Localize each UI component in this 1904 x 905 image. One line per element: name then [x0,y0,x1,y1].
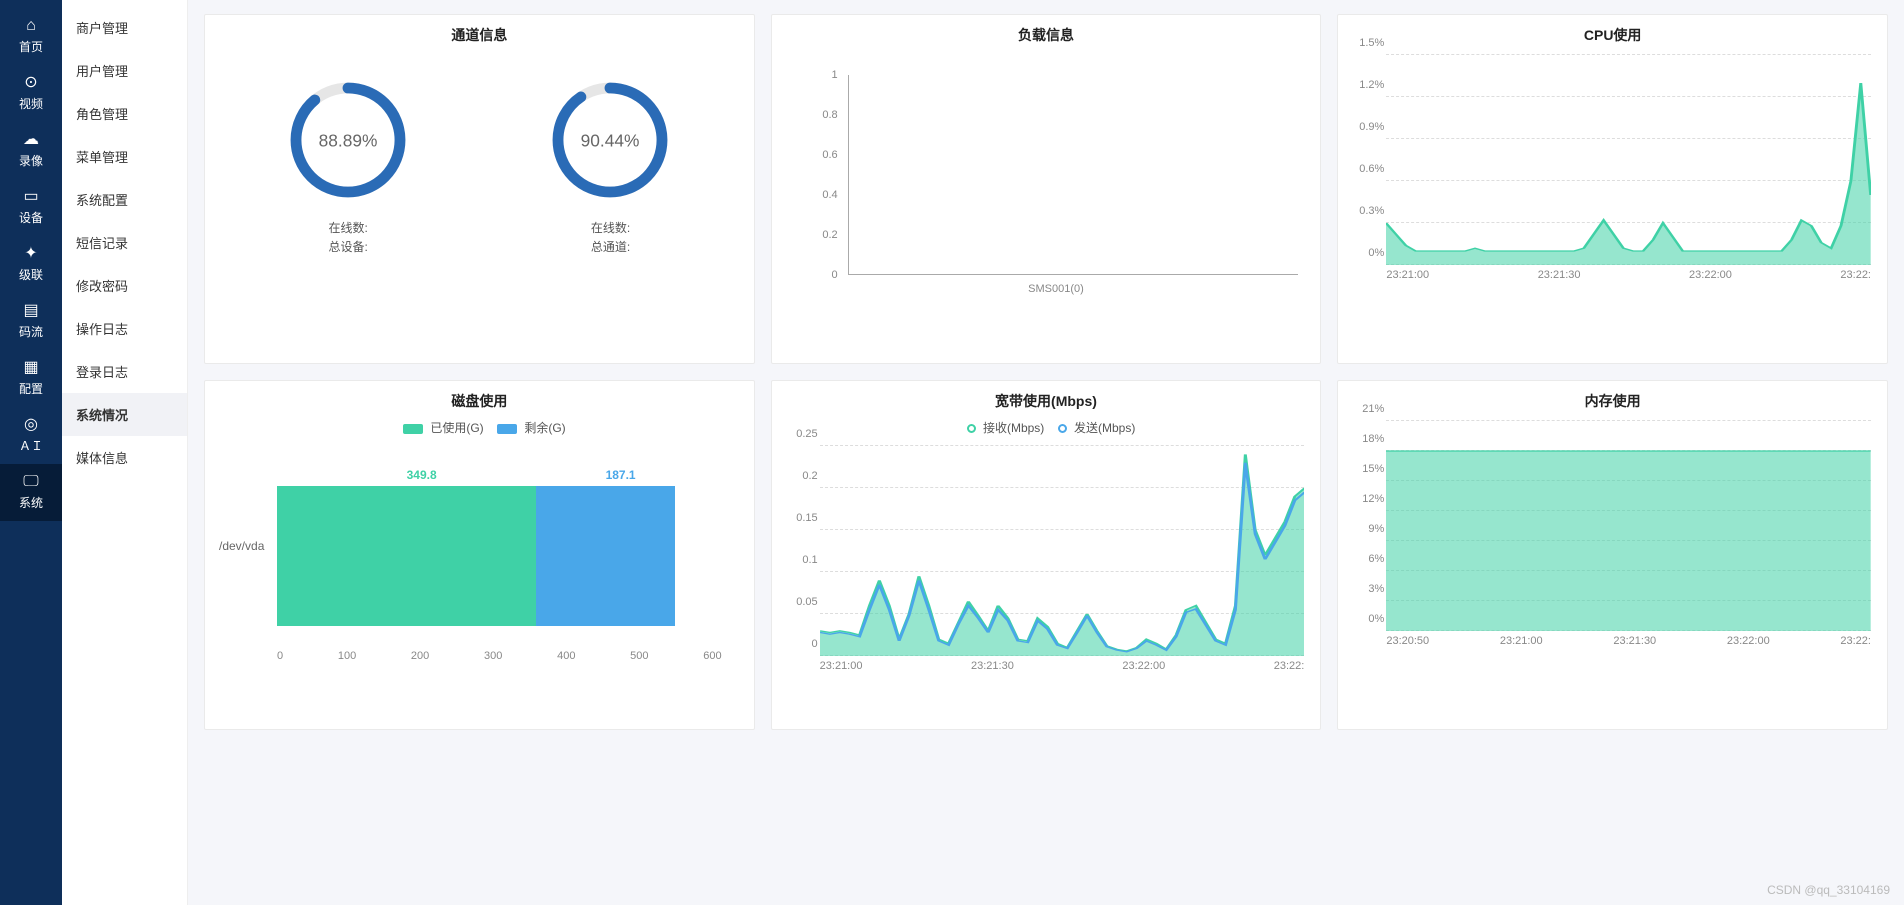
legend-swatch-used [403,424,423,434]
dashboard-grid: 通道信息 88.89% 在线数: 总设备: [204,14,1888,730]
nav-system[interactable]: 🖵系统 [0,464,62,521]
secondary-nav: 商户管理用户管理角色管理菜单管理系统配置短信记录修改密码操作日志登录日志系统情况… [62,0,188,905]
gauge-online-label: 在线数: [545,219,675,238]
video-icon: ⊙ [0,75,62,91]
card-memory: 内存使用 0%3%6%9%12%15%18%21% 23:20:5023:21:… [1337,380,1888,730]
watermark: CSDN @qq_33104169 [1767,883,1890,897]
gauge-channels: 90.44% 在线数: 总通道: [545,75,675,257]
nav-config[interactable]: ▦配置 [0,350,62,407]
system-icon: 🖵 [0,474,62,490]
nav-record[interactable]: ☁录像 [0,122,62,179]
card-channel-info: 通道信息 88.89% 在线数: 总设备: [204,14,755,364]
main-content: 通道信息 88.89% 在线数: 总设备: [188,0,1904,905]
sidebar-item[interactable]: 修改密码 [62,264,187,307]
config-icon: ▦ [0,360,62,376]
sidebar-item[interactable]: 商户管理 [62,6,187,49]
sidebar-item[interactable]: 系统配置 [62,178,187,221]
card-title: 内存使用 [1350,391,1875,411]
ai-icon: ◎ [0,417,62,433]
sidebar-item[interactable]: 系统情况 [62,393,187,436]
gauge-total-label: 总设备: [283,238,413,257]
home-icon: ⌂ [0,18,62,34]
primary-nav: ⌂首页⊙视频☁录像▭设备✦级联▤码流▦配置◎ＡＩ🖵系统 [0,0,62,905]
disk-chart: /dev/vda 349.8 187.1 [277,446,722,646]
card-title: CPU使用 [1350,25,1875,45]
record-icon: ☁ [0,132,62,148]
legend-ring-tx [1058,424,1067,433]
sidebar-item[interactable]: 短信记录 [62,221,187,264]
load-chart: 10.80.60.40.20 SMS001(0) [814,75,1299,295]
disk-legend: 已使用(G) 剩余(G) [217,419,742,436]
svg-text:88.89%: 88.89% [319,131,378,151]
stream-icon: ▤ [0,303,62,319]
legend-swatch-free [497,424,517,434]
load-x-label: SMS001(0) [1028,283,1084,295]
bandwidth-chart: 00.050.10.150.20.25 [820,446,1305,656]
disk-category-label: /dev/vda [219,539,264,553]
memory-chart: 0%3%6%9%12%15%18%21% [1386,421,1871,631]
card-bandwidth: 宽带使用(Mbps) 接收(Mbps) 发送(Mbps) 00.050.10.1… [771,380,1322,730]
nav-home[interactable]: ⌂首页 [0,8,62,65]
nav-cascade[interactable]: ✦级联 [0,236,62,293]
card-title: 宽带使用(Mbps) [784,391,1309,411]
gauge-devices: 88.89% 在线数: 总设备: [283,75,413,257]
card-load-info: 负载信息 10.80.60.40.20 SMS001(0) [771,14,1322,364]
cpu-chart: 0%0.3%0.6%0.9%1.2%1.5% [1386,55,1871,265]
sidebar-item[interactable]: 角色管理 [62,92,187,135]
app-root: ⌂首页⊙视频☁录像▭设备✦级联▤码流▦配置◎ＡＩ🖵系统 商户管理用户管理角色管理… [0,0,1904,905]
card-cpu: CPU使用 0%0.3%0.6%0.9%1.2%1.5% 23:21:0023:… [1337,14,1888,364]
gauge-total-label: 总通道: [545,238,675,257]
sidebar-item[interactable]: 操作日志 [62,307,187,350]
nav-ai[interactable]: ◎ＡＩ [0,407,62,464]
card-disk: 磁盘使用 已使用(G) 剩余(G) /dev/vda 349.8 187.1 0… [204,380,755,730]
svg-text:90.44%: 90.44% [581,131,640,151]
nav-stream[interactable]: ▤码流 [0,293,62,350]
sidebar-item[interactable]: 媒体信息 [62,436,187,479]
sidebar-item[interactable]: 用户管理 [62,49,187,92]
gauge-online-label: 在线数: [283,219,413,238]
sidebar-item[interactable]: 登录日志 [62,350,187,393]
cascade-icon: ✦ [0,246,62,262]
legend-ring-rx [967,424,976,433]
card-title: 磁盘使用 [217,391,742,411]
card-title: 负载信息 [784,25,1309,45]
sidebar-item[interactable]: 菜单管理 [62,135,187,178]
nav-video[interactable]: ⊙视频 [0,65,62,122]
card-title: 通道信息 [217,25,742,45]
bw-legend: 接收(Mbps) 发送(Mbps) [784,419,1309,436]
nav-device[interactable]: ▭设备 [0,179,62,236]
device-icon: ▭ [0,189,62,205]
